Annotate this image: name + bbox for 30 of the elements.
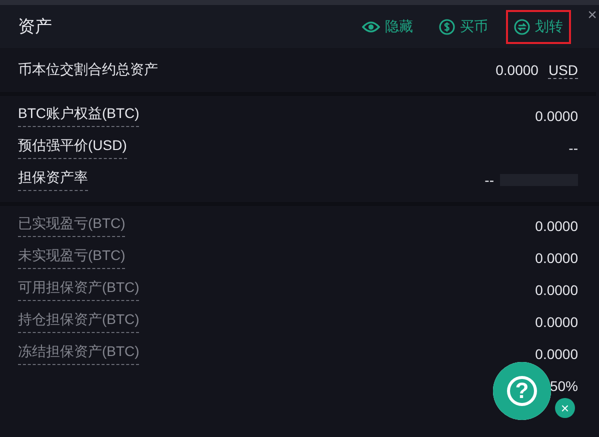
total-value: 0.0000 [496,62,538,78]
field-value: 0.0000 [535,250,578,266]
panel-title: 资产 [18,16,53,38]
eye-icon [362,20,380,34]
field-label: 持仓担保资产(BTC) [18,311,140,333]
field-value: 0.0000 [535,346,578,362]
field-value: 0.0000 [535,314,578,330]
field-value: 0.0000 [535,108,578,124]
field-label: 未实现盈亏(BTC) [18,247,126,269]
field-label: BTC账户权益(BTC) [18,105,140,127]
action-link[interactable]: 买币 [431,10,496,44]
dollar-icon [439,18,455,34]
field-value: 0.0000 [535,218,578,234]
currency-unit: USD [548,62,578,78]
field-value: 50% [550,378,578,394]
close-button[interactable]: × [588,7,597,25]
help-button[interactable]: ? [493,362,551,420]
field-value: 0.0000 [535,282,578,298]
transfer-icon [514,18,530,34]
field-value: -- [568,140,578,156]
field-label: 担保资产率 [18,169,88,191]
field-label: 冻结担保资产(BTC) [18,343,140,365]
field-label: 预估强平价(USD) [18,137,127,159]
action-link[interactable]: 划转 [506,10,571,44]
field-label: 已实现盈亏(BTC) [18,215,126,237]
action-link[interactable]: 隐藏 [354,10,421,44]
field-label: 可用担保资产(BTC) [18,279,140,301]
field-value: -- [484,172,494,188]
total-assets-label: 币本位交割合约总资产 [18,61,158,79]
close-help-button[interactable]: × [555,398,575,418]
